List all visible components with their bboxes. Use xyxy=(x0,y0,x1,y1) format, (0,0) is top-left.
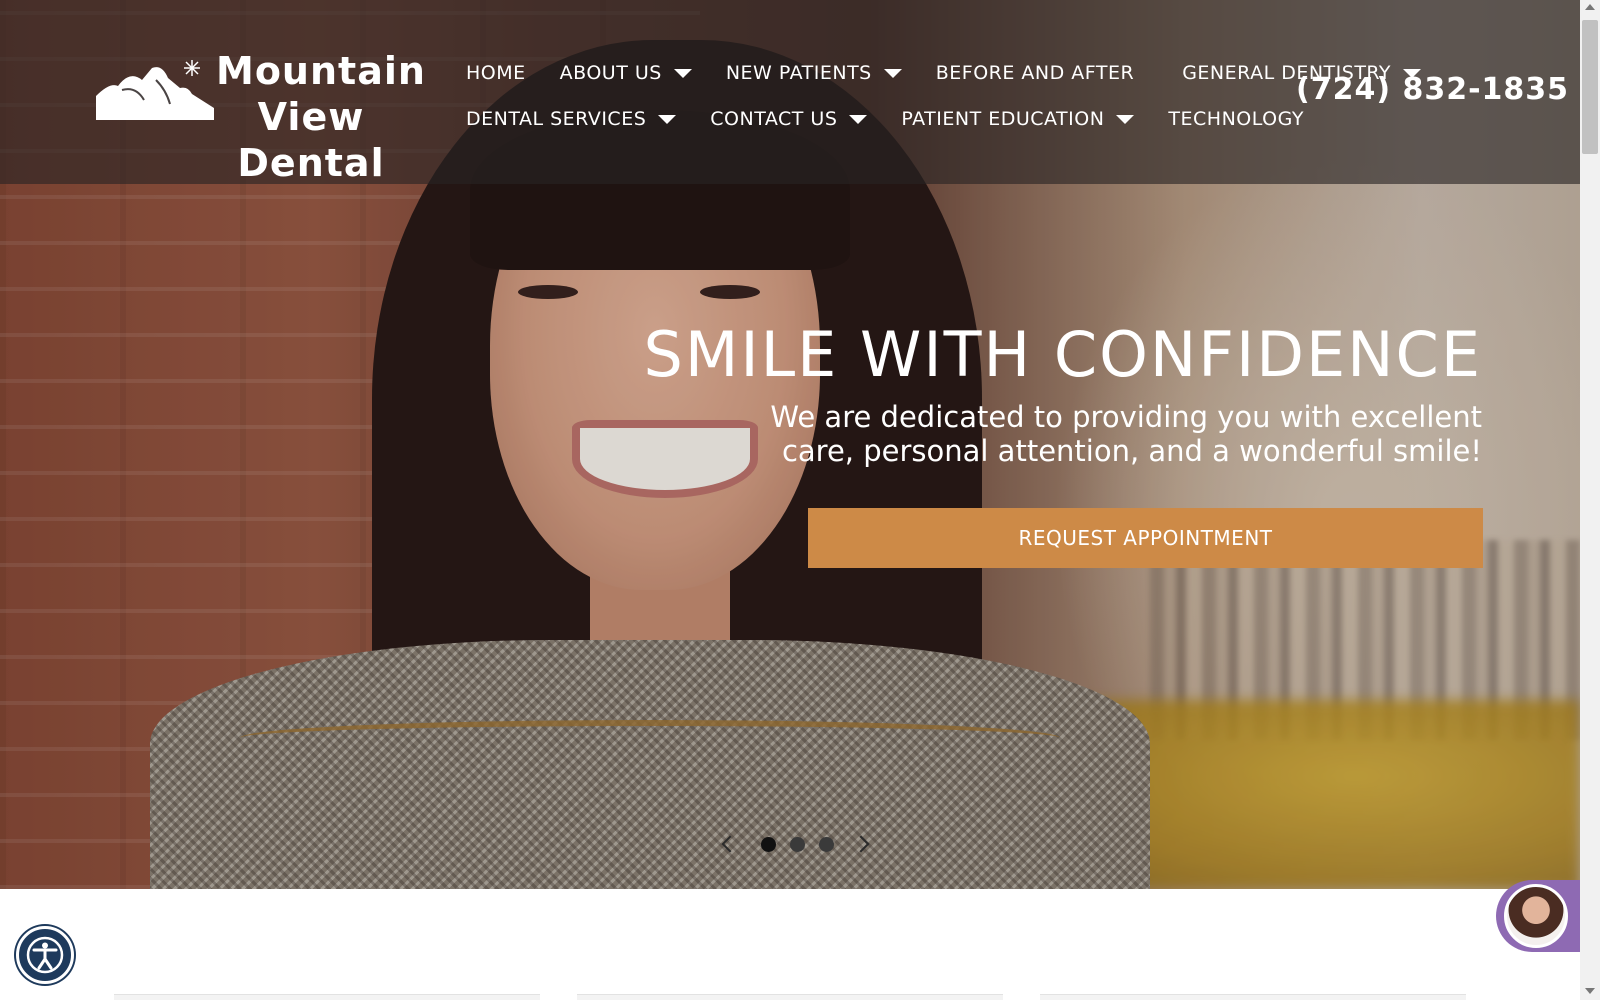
request-appointment-button[interactable]: REQUEST APPOINTMENT xyxy=(808,508,1483,568)
slider-controls xyxy=(721,832,870,856)
accessibility-button[interactable] xyxy=(16,926,74,984)
main-nav: HOME ABOUT US NEW PATIENTS BEFORE AND AF… xyxy=(466,50,1422,142)
nav-item-contact-us[interactable]: CONTACT US xyxy=(710,108,868,130)
page-scrollbar[interactable] xyxy=(1580,0,1600,1000)
slider-dot-3[interactable] xyxy=(819,836,834,852)
nav-item-label: BEFORE AND AFTER xyxy=(935,62,1135,84)
hero-title: SMILE WITH CONFIDENCE xyxy=(643,318,1482,391)
caret-down-icon xyxy=(673,68,692,78)
slider-dot-1[interactable] xyxy=(761,836,776,852)
slider-prev-arrow-icon[interactable] xyxy=(721,835,739,853)
nav-item-label: HOME xyxy=(466,62,526,84)
caret-down-icon xyxy=(658,114,677,124)
site-header: Mountain View Dental HOME ABOUT US NEW P… xyxy=(0,0,1580,185)
nav-item-patient-education[interactable]: PATIENT EDUCATION xyxy=(901,108,1135,130)
mountain-logo-icon xyxy=(96,60,214,120)
hero-subtitle: We are dedicated to providing you with e… xyxy=(770,400,1482,468)
nav-item-technology[interactable]: TECHNOLOGY xyxy=(1168,108,1304,130)
nav-item-label: CONTACT US xyxy=(710,108,838,130)
caret-down-icon xyxy=(883,68,902,78)
nav-item-label: ABOUT US xyxy=(559,62,662,84)
phone-number-link[interactable]: (724) 832-1835 xyxy=(1296,72,1569,107)
slider-next-arrow-icon[interactable] xyxy=(852,835,870,853)
nav-item-label: TECHNOLOGY xyxy=(1168,108,1305,130)
scroll-down-arrow-icon[interactable] xyxy=(1585,988,1595,994)
nav-item-label: DENTAL SERVICES xyxy=(466,108,647,130)
service-card-2 xyxy=(577,994,1003,1000)
nav-item-before-and-after[interactable]: BEFORE AND AFTER xyxy=(936,62,1134,84)
scrollbar-thumb[interactable] xyxy=(1582,20,1598,154)
main-nav-row-1: HOME ABOUT US NEW PATIENTS BEFORE AND AF… xyxy=(466,50,1422,96)
nav-item-about-us[interactable]: ABOUT US xyxy=(560,62,692,84)
chat-widget-button[interactable] xyxy=(1496,880,1580,952)
chat-agent-avatar xyxy=(1504,884,1568,948)
scroll-up-arrow-icon[interactable] xyxy=(1585,4,1595,10)
caret-down-icon xyxy=(1116,114,1135,124)
page: SMILE WITH CONFIDENCE We are dedicated t… xyxy=(0,0,1600,1000)
slider-dot-2[interactable] xyxy=(790,836,805,852)
service-card-3 xyxy=(1040,994,1466,1000)
nav-item-label: PATIENT EDUCATION xyxy=(901,108,1105,130)
brand-name-line2: View Dental xyxy=(237,95,385,185)
brand-name: Mountain View Dental xyxy=(216,48,426,186)
nav-item-label: NEW PATIENTS xyxy=(725,62,872,84)
caret-down-icon xyxy=(849,114,868,124)
site-logo[interactable]: Mountain View Dental xyxy=(96,48,425,185)
brand-name-line1: Mountain xyxy=(216,49,426,93)
service-card-1 xyxy=(114,994,540,1000)
nav-item-new-patients[interactable]: NEW PATIENTS xyxy=(726,62,902,84)
accessibility-icon xyxy=(26,936,64,974)
main-nav-row-2: DENTAL SERVICES CONTACT US PATIENT EDUCA… xyxy=(466,96,1304,142)
nav-item-home[interactable]: HOME xyxy=(466,62,526,84)
nav-item-dental-services[interactable]: DENTAL SERVICES xyxy=(466,108,677,130)
